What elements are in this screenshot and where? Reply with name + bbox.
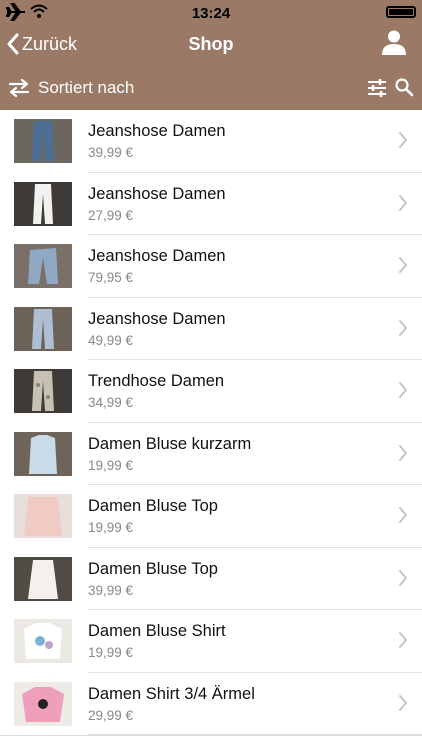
product-price: 49,99 € — [88, 332, 134, 348]
sort-button[interactable]: Sortiert nach — [8, 76, 134, 100]
product-row[interactable]: Trendhose Damen 34,99 € — [0, 360, 422, 423]
nav-bar: Zurück Shop — [0, 24, 422, 64]
product-row[interactable]: Jeanshose Damen 79,95 € — [0, 235, 422, 298]
chevron-right-icon — [399, 507, 407, 523]
toolbar: Sortiert nach — [0, 66, 422, 110]
product-row[interactable]: Damen Bluse Shirt 19,99 € — [0, 610, 422, 673]
product-name: Jeanshose Damen — [88, 122, 226, 140]
product-thumbnail — [14, 181, 72, 226]
product-thumbnail — [14, 681, 72, 726]
swap-arrows-icon — [8, 79, 30, 97]
product-price: 27,99 € — [88, 207, 134, 223]
product-row[interactable]: Damen Bluse kurzarm 19,99 € — [0, 423, 422, 486]
chevron-right-icon — [399, 194, 407, 211]
product-name: Jeanshose Damen — [88, 309, 226, 328]
product-price: 39,99 € — [88, 145, 134, 160]
search-icon[interactable] — [394, 77, 414, 97]
filter-sliders-icon[interactable] — [366, 77, 388, 99]
product-name: Damen Bluse Top — [88, 497, 218, 515]
status-bar: 13:24 — [0, 0, 422, 24]
chevron-right-icon — [399, 257, 407, 273]
product-row[interactable]: Damen Shirt 3/4 Ärmel 29,99 € — [0, 673, 422, 736]
product-thumbnail — [14, 431, 72, 476]
chevron-right-icon — [399, 632, 407, 648]
product-thumbnail — [14, 619, 72, 663]
chevron-right-icon — [399, 319, 407, 336]
product-price: 79,95 € — [88, 270, 134, 285]
product-thumbnail — [14, 556, 72, 601]
product-thumbnail — [14, 494, 72, 538]
divider — [0, 735, 422, 736]
product-name: Jeanshose Damen — [88, 184, 226, 203]
status-time: 13:24 — [191, 5, 231, 22]
chevron-right-icon — [399, 694, 407, 711]
product-row[interactable]: Jeanshose Damen 49,99 € — [0, 298, 422, 361]
user-icon[interactable] — [380, 28, 408, 56]
product-thumbnail — [14, 119, 72, 163]
product-price: 34,99 € — [88, 395, 134, 410]
header: 13:24 Zurück Shop Sortiert nach — [0, 0, 422, 110]
product-price: 29,99 € — [88, 707, 134, 723]
chevron-right-icon — [399, 382, 407, 398]
product-price: 19,99 € — [88, 457, 134, 473]
product-name: Damen Bluse Shirt — [88, 622, 226, 640]
sort-label: Sortiert nach — [38, 78, 135, 97]
product-name: Trendhose Damen — [88, 372, 225, 390]
product-thumbnail — [14, 369, 72, 413]
product-price: 39,99 € — [88, 582, 134, 598]
product-name: Jeanshose Damen — [88, 247, 226, 265]
product-row[interactable]: Jeanshose Damen 39,99 € — [0, 110, 422, 173]
product-name: Damen Shirt 3/4 Ärmel — [88, 684, 255, 703]
product-row[interactable]: Damen Bluse Top 39,99 € — [0, 548, 422, 611]
product-price: 19,99 € — [88, 645, 134, 660]
back-button[interactable]: Zurück — [6, 30, 77, 58]
product-row[interactable]: Jeanshose Damen 27,99 € — [0, 173, 422, 236]
product-name: Damen Bluse kurzarm — [88, 434, 252, 453]
chevron-left-icon — [7, 33, 19, 55]
product-thumbnail — [14, 306, 72, 351]
chevron-right-icon — [399, 444, 407, 461]
chevron-right-icon — [399, 569, 407, 586]
back-label: Zurück — [22, 33, 78, 54]
product-list: Jeanshose Damen 39,99 € Jeanshose Damen 27,… — [0, 110, 422, 735]
product-row[interactable]: Damen Bluse Top 19,99 € — [0, 485, 422, 548]
battery-icon — [386, 6, 416, 18]
chevron-right-icon — [399, 132, 407, 148]
product-price: 19,99 € — [88, 520, 134, 535]
product-name: Damen Bluse Top — [88, 559, 218, 578]
product-thumbnail — [14, 244, 72, 288]
